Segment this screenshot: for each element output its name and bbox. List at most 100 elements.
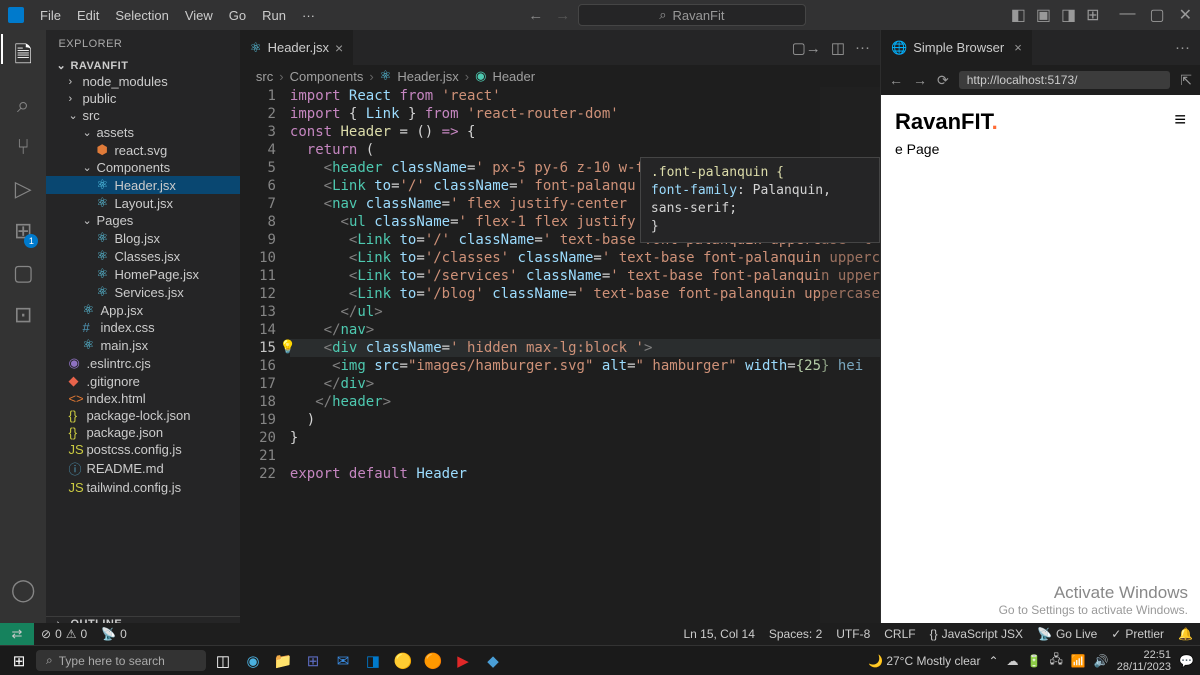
tree-file-index-css[interactable]: #index.css: [46, 319, 239, 336]
lightbulb-icon[interactable]: 💡: [280, 339, 296, 357]
menu-view[interactable]: View: [177, 8, 221, 23]
mail-icon[interactable]: ✉: [330, 648, 356, 674]
maximize-icon[interactable]: ▢: [1149, 5, 1164, 25]
notifications-tray-icon[interactable]: 💬: [1179, 654, 1194, 668]
breadcrumb-file[interactable]: Header.jsx: [397, 69, 458, 84]
tree-file-homepage-jsx[interactable]: ⚛HomePage.jsx: [46, 265, 239, 283]
chrome-icon[interactable]: 🟡: [390, 648, 416, 674]
tree-file-gitignore[interactable]: ◆.gitignore: [46, 372, 239, 390]
extensions-icon[interactable]: ⊞1: [14, 218, 32, 244]
tree-file-tailwind[interactable]: JStailwind.config.js: [46, 479, 239, 496]
layout-toggle-primary-icon[interactable]: ◧: [1011, 5, 1026, 25]
prettier-status[interactable]: ✓ Prettier: [1104, 627, 1171, 641]
tray-chevron-icon[interactable]: ⌃: [988, 654, 998, 668]
tab-more-icon[interactable]: ···: [855, 39, 870, 57]
browser-url[interactable]: http://localhost:5173/: [959, 71, 1171, 89]
tab-header-jsx[interactable]: ⚛ Header.jsx ×: [240, 30, 354, 65]
clock[interactable]: 22:51 28/11/2023: [1117, 649, 1171, 673]
accounts-icon[interactable]: ◯: [11, 577, 36, 603]
tree-file-main-jsx[interactable]: ⚛main.jsx: [46, 336, 239, 354]
notifications-icon[interactable]: 🔔: [1171, 627, 1200, 641]
app-icon[interactable]: ◆: [480, 648, 506, 674]
chat-icon[interactable]: ⊡: [14, 302, 32, 328]
breadcrumb-src[interactable]: src: [256, 69, 273, 84]
browser-forward-icon[interactable]: →: [913, 72, 927, 88]
code-editor[interactable]: 12345678910111213141516171819202122 💡 im…: [240, 87, 880, 645]
layout-customize-icon[interactable]: ⊞: [1086, 5, 1099, 25]
tab-close-icon[interactable]: ×: [335, 40, 343, 56]
menu-more[interactable]: ···: [294, 8, 323, 23]
menu-go[interactable]: Go: [221, 8, 254, 23]
hamburger-icon[interactable]: ≡: [1174, 109, 1186, 132]
menu-selection[interactable]: Selection: [107, 8, 176, 23]
tree-file-blog-jsx[interactable]: ⚛Blog.jsx: [46, 229, 239, 247]
tree-folder-pages[interactable]: ⌄Pages: [46, 212, 239, 229]
tree-file-package-lock[interactable]: {}package-lock.json: [46, 407, 239, 424]
start-button[interactable]: ⊞: [6, 648, 32, 674]
nav-forward-icon[interactable]: →: [555, 7, 570, 24]
errors-count[interactable]: ⊘0 ⚠0: [34, 627, 94, 641]
cursor-position[interactable]: Ln 15, Col 14: [676, 627, 761, 641]
go-live-button[interactable]: 📡 Go Live: [1030, 627, 1104, 641]
encoding-status[interactable]: UTF-8: [829, 627, 877, 641]
tree-file-app-jsx[interactable]: ⚛App.jsx: [46, 301, 239, 319]
nav-back-icon[interactable]: ←: [528, 7, 543, 24]
browser-tab-close-icon[interactable]: ×: [1014, 40, 1022, 55]
tree-folder-public[interactable]: ›public: [46, 90, 239, 107]
layout-toggle-panel-icon[interactable]: ▣: [1036, 5, 1051, 25]
tree-file-postcss[interactable]: JSpostcss.config.js: [46, 441, 239, 458]
tree-folder-node-modules[interactable]: ›node_modules: [46, 73, 239, 90]
vscode-taskbar-icon[interactable]: ◨: [360, 648, 386, 674]
tray-network-icon[interactable]: 🖧: [1050, 650, 1063, 671]
browser-refresh-icon[interactable]: ⟳: [937, 72, 949, 89]
split-editor-icon[interactable]: ◫: [831, 39, 845, 57]
tree-file-package-json[interactable]: {}package.json: [46, 424, 239, 441]
breadcrumb[interactable]: src› Components› ⚛ Header.jsx› ◉ Header: [240, 65, 880, 87]
run-debug-icon[interactable]: ▷: [15, 176, 32, 202]
language-mode[interactable]: {} JavaScript JSX: [923, 627, 1030, 641]
code-lines[interactable]: 💡 import React from 'react' import { Lin…: [290, 87, 880, 645]
browser-open-external-icon[interactable]: ⇱: [1180, 72, 1192, 89]
task-view-icon[interactable]: ◫: [210, 648, 236, 674]
tree-file-react-svg[interactable]: ⬢react.svg: [46, 141, 239, 159]
breadcrumb-symbol[interactable]: Header: [492, 69, 535, 84]
store-icon[interactable]: ⊞: [300, 648, 326, 674]
run-preview-icon[interactable]: ▢→: [792, 39, 821, 57]
remote-indicator[interactable]: ⇄: [0, 623, 34, 645]
explorer-icon[interactable]: 🗎: [14, 38, 32, 76]
menu-file[interactable]: File: [32, 8, 69, 23]
breadcrumb-components[interactable]: Components: [290, 69, 364, 84]
tray-onedrive-icon[interactable]: ☁: [1007, 654, 1019, 668]
menu-edit[interactable]: Edit: [69, 8, 107, 23]
tree-file-index-html[interactable]: <>index.html: [46, 390, 239, 407]
browser-back-icon[interactable]: ←: [889, 72, 903, 88]
workspace-root[interactable]: ⌄RAVANFIT: [46, 58, 239, 73]
tree-file-layout-jsx[interactable]: ⚛Layout.jsx: [46, 194, 239, 212]
search-activity-icon[interactable]: ⌕: [17, 92, 29, 118]
tray-volume-icon[interactable]: 🔊: [1094, 654, 1109, 668]
menu-run[interactable]: Run: [254, 8, 294, 23]
indent-status[interactable]: Spaces: 2: [762, 627, 829, 641]
browser-more-icon[interactable]: ···: [1175, 39, 1190, 56]
edge-icon[interactable]: ◉: [240, 648, 266, 674]
layout-toggle-secondary-icon[interactable]: ◨: [1061, 5, 1076, 25]
taskbar-search[interactable]: ⌕Type here to search: [36, 650, 206, 671]
tree-folder-components[interactable]: ⌄Components: [46, 159, 239, 176]
explorer-folder-icon[interactable]: 📁: [270, 648, 296, 674]
tree-folder-src[interactable]: ⌄src: [46, 107, 239, 124]
testing-icon[interactable]: ▢: [13, 260, 34, 286]
tray-battery-icon[interactable]: 🔋: [1027, 654, 1042, 668]
tree-file-classes-jsx[interactable]: ⚛Classes.jsx: [46, 247, 239, 265]
weather-widget[interactable]: 🌙 27°C Mostly clear: [868, 654, 980, 668]
source-control-icon[interactable]: ⑂: [17, 134, 30, 160]
ports-count[interactable]: 📡0: [94, 627, 134, 641]
tree-file-eslintrc[interactable]: ◉.eslintrc.cjs: [46, 354, 239, 372]
youtube-icon[interactable]: ▶: [450, 648, 476, 674]
tray-wifi-icon[interactable]: 📶: [1071, 654, 1086, 668]
tree-file-readme[interactable]: ⓘREADME.md: [46, 458, 239, 479]
eol-status[interactable]: CRLF: [877, 627, 922, 641]
minimize-icon[interactable]: —: [1119, 5, 1135, 25]
browser-tab[interactable]: 🌐 Simple Browser ×: [881, 30, 1032, 65]
command-center[interactable]: ⌕ RavanFit: [578, 4, 805, 26]
canary-icon[interactable]: 🟠: [420, 648, 446, 674]
